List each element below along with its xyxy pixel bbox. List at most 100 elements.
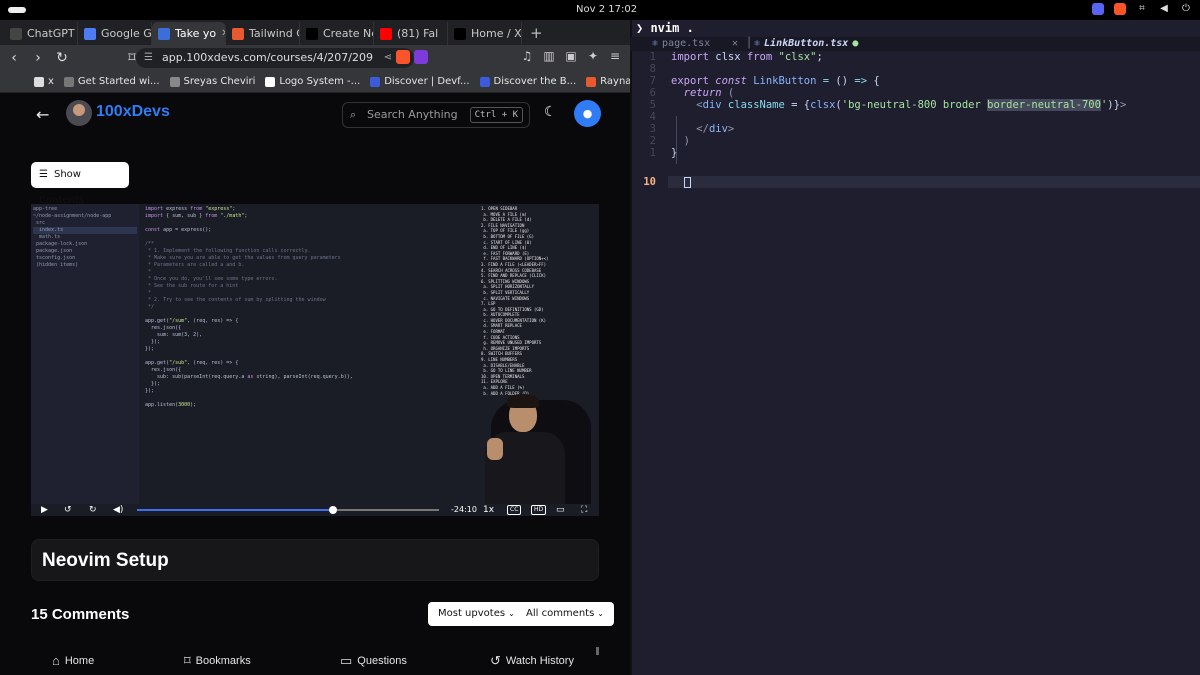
- line-number: 3: [649, 123, 656, 135]
- bookmark-favicon-icon: [63, 76, 74, 87]
- typescript-file-icon: ⚛: [754, 38, 761, 49]
- bookmark-item[interactable]: Sreyas Cheviri: [169, 76, 256, 87]
- buffer-close-icon[interactable]: ✕: [732, 37, 738, 51]
- new-tab-button[interactable]: +: [522, 22, 551, 45]
- brand-avatar: [66, 100, 92, 126]
- system-tray: ⌗ ◀ ⏻: [1092, 3, 1192, 15]
- bookmark-item[interactable]: Get Started wi...: [63, 76, 160, 87]
- tab-label: Create Ne: [323, 27, 374, 40]
- terminal-window[interactable]: ❯ nvim . ⚛ page.tsx ✕ │ ⚛ LinkButton.tsx ● …: [630, 20, 1200, 675]
- filter-dropdown[interactable]: All comments ⌄: [516, 602, 614, 626]
- bookmark-item[interactable]: Discover | Devf...: [370, 76, 470, 87]
- brave-tray-icon[interactable]: [1114, 3, 1126, 15]
- browser-tab[interactable]: Take yo✕: [152, 22, 226, 45]
- nav-watch-history[interactable]: ↺ Watch History: [490, 653, 574, 669]
- tab-favicon-icon: [84, 27, 96, 40]
- sidebar-icon[interactable]: ▥: [542, 49, 556, 63]
- brave-rewards-icon[interactable]: [414, 50, 428, 64]
- brave-shields-icon[interactable]: [396, 50, 410, 64]
- browser-tab[interactable]: ChatGPT: [4, 22, 78, 45]
- site-header: ← 100xDevs ⌕ Search Anything Ctrl + K ☾ …: [0, 93, 630, 137]
- sort-dropdown[interactable]: Most upvotes ⌄: [428, 602, 525, 626]
- search-box[interactable]: ⌕ Search Anything Ctrl + K: [342, 102, 530, 128]
- quality-icon[interactable]: HD: [531, 505, 547, 515]
- browser-tab[interactable]: Google Ge: [78, 22, 152, 45]
- home-icon: ⌂: [52, 653, 60, 668]
- buffer-tab-page[interactable]: ⚛ page.tsx: [652, 37, 710, 51]
- tab-strip: ChatGPT Google GeTake yo✕ Tailwind C Create…: [0, 20, 630, 45]
- picture-in-picture-icon[interactable]: ▭: [556, 504, 565, 516]
- network-icon[interactable]: ⌗: [1136, 3, 1148, 15]
- bookmark-item[interactable]: Discover the B...: [479, 76, 576, 87]
- nav-questions[interactable]: ▭ Questions: [340, 653, 407, 669]
- forward-icon[interactable]: ›: [28, 50, 48, 66]
- address-bar[interactable]: ☰ app.100xdevs.com/courses/4/207/209 ⋖: [136, 48, 414, 68]
- code-line: import clsx from "clsx";: [671, 51, 823, 63]
- modified-indicator: ●: [852, 38, 859, 49]
- tab-label: Google Ge: [101, 27, 152, 40]
- line-number: 4: [649, 111, 656, 123]
- bookmark-icon: ⌑: [184, 653, 191, 668]
- url-text: app.100xdevs.com/courses/4/207/209: [162, 51, 374, 64]
- sort-label: Most upvotes: [438, 608, 506, 619]
- nav-bookmarks[interactable]: ⌑ Bookmarks: [184, 653, 251, 669]
- video-player[interactable]: app-tree ~/node-assignment/node-app src i…: [31, 204, 599, 516]
- discord-icon[interactable]: [1092, 3, 1104, 15]
- captions-icon[interactable]: CC: [507, 505, 522, 515]
- buffer-tab-linkbutton[interactable]: ⚛ LinkButton.tsx ●: [754, 37, 858, 51]
- bookmark-favicon-icon: [169, 76, 180, 87]
- activities-indicator[interactable]: [8, 7, 26, 13]
- forward-10-icon[interactable]: ↻: [89, 504, 97, 516]
- share-icon[interactable]: ⋖: [384, 48, 392, 68]
- nav-home[interactable]: ⌂ Home: [52, 653, 94, 668]
- search-shortcut: Ctrl + K: [469, 107, 523, 123]
- reload-icon[interactable]: ↻: [52, 50, 72, 66]
- tab-label: (81) Fal: [397, 27, 439, 40]
- theme-toggle-icon[interactable]: ☾: [544, 104, 557, 120]
- volume-icon[interactable]: ◀: [1158, 3, 1170, 15]
- tab-label: ChatGPT: [27, 27, 75, 40]
- code-line: ): [683, 135, 690, 147]
- bookmark-label: Sreyas Cheviri: [183, 76, 256, 87]
- text-cursor: [683, 176, 691, 188]
- tab-favicon-icon: [454, 27, 466, 40]
- video-progress-bar[interactable]: [137, 506, 439, 514]
- bookmark-label: x: [48, 76, 54, 87]
- search-icon: ⌕: [350, 108, 357, 121]
- nav-questions-label: Questions: [357, 655, 407, 667]
- browser-tab[interactable]: Home / X: [448, 22, 522, 45]
- bookmark-item[interactable]: Logo System -...: [265, 76, 360, 87]
- rewind-icon[interactable]: ↺: [64, 504, 72, 516]
- play-icon[interactable]: ▶: [41, 504, 48, 516]
- video-progress-handle[interactable]: [329, 506, 338, 514]
- bookmark-label: Get Started wi...: [77, 76, 160, 87]
- back-icon[interactable]: ‹: [4, 50, 24, 66]
- toolbar-actions: ♫ ▥ ▣ ✦ ≡: [520, 49, 622, 63]
- browser-tab[interactable]: Tailwind C: [226, 22, 300, 45]
- system-clock[interactable]: Nov 2 17:02: [576, 4, 637, 15]
- volume-icon[interactable]: ◀): [113, 504, 123, 516]
- video-shortcut-cheatsheet: 1. OPEN SIDEBAR a. MOVE A FILE (m) b. DE…: [481, 206, 549, 396]
- brand-name[interactable]: 100xDevs: [96, 103, 170, 121]
- browser-tab[interactable]: Create Ne: [300, 22, 374, 45]
- video-title: Neovim Setup: [42, 550, 169, 571]
- wallet-icon[interactable]: ▣: [564, 49, 578, 63]
- site-info-icon[interactable]: ☰: [144, 48, 153, 68]
- browser-tab[interactable]: (81) Fal: [374, 22, 448, 45]
- power-icon[interactable]: ⏻: [1180, 3, 1192, 15]
- back-arrow-icon[interactable]: ←: [36, 105, 49, 124]
- fullscreen-icon[interactable]: ⛶: [581, 504, 587, 516]
- chevron-down-icon: ⌄: [597, 609, 604, 618]
- extensions-icon[interactable]: ✦: [586, 49, 600, 63]
- media-icon[interactable]: ♫: [520, 49, 534, 63]
- terminal-title: ❯ nvim .: [636, 21, 694, 35]
- search-placeholder: Search Anything: [367, 108, 458, 121]
- playback-speed[interactable]: 1x: [483, 504, 494, 516]
- bookmark-item[interactable]: x: [34, 76, 54, 87]
- show-contents-button[interactable]: ☰ Show Contents: [31, 162, 129, 206]
- comments-count: 15 Comments: [31, 606, 130, 623]
- menu-icon[interactable]: ≡: [608, 49, 622, 63]
- user-avatar-button[interactable]: ●: [574, 100, 601, 127]
- buffer-tab-page-label: page.tsx: [662, 38, 711, 49]
- line-number: 1: [649, 147, 656, 159]
